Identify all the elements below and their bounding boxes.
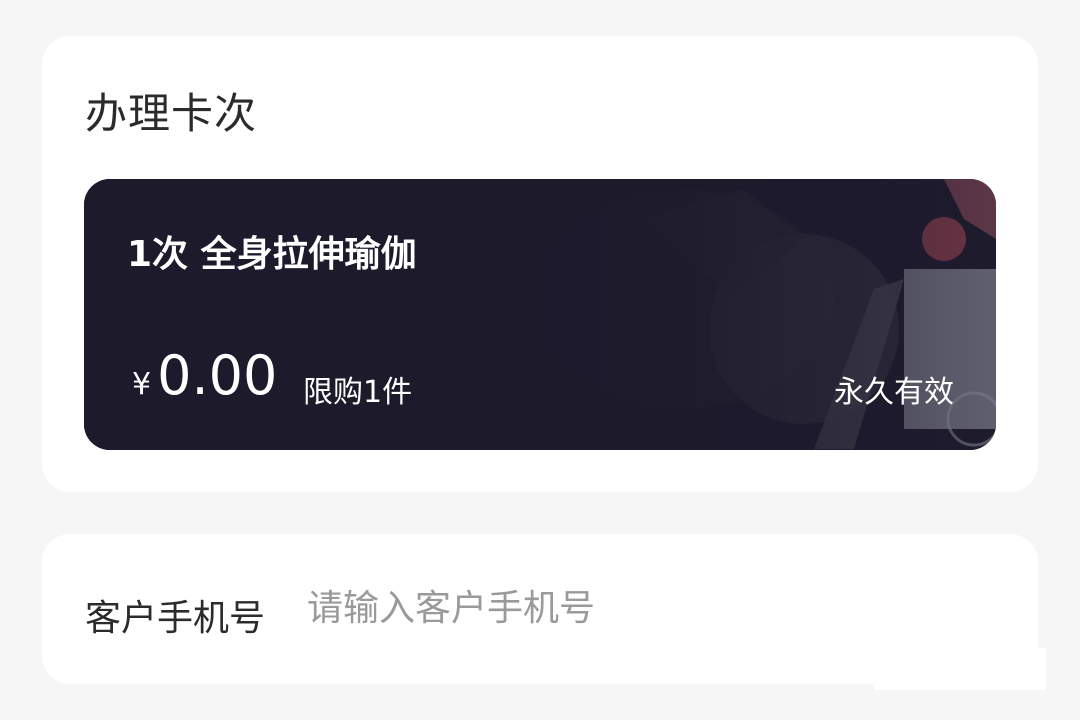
section-title: 办理卡次 (85, 89, 258, 138)
currency-symbol: ¥ (132, 367, 152, 402)
price-value: 0.00 (157, 344, 278, 407)
phone-input[interactable] (307, 577, 967, 639)
pass-card[interactable]: 1次 全身拉伸瑜伽 ¥ 0.00 限购1件 永久有效 (84, 179, 996, 450)
price-display: ¥ 0.00 (132, 344, 277, 407)
phone-label: 客户手机号 (85, 598, 266, 639)
validity-label: 永久有效 (834, 375, 954, 410)
purchase-limit: 限购1件 (303, 375, 413, 410)
pass-name: 1次 全身拉伸瑜伽 (127, 234, 417, 275)
corner-patch (874, 648, 1046, 690)
card-section: 办理卡次 1次 全身拉伸瑜伽 ¥ 0.00 限购1件 永久有效 (42, 36, 1038, 492)
